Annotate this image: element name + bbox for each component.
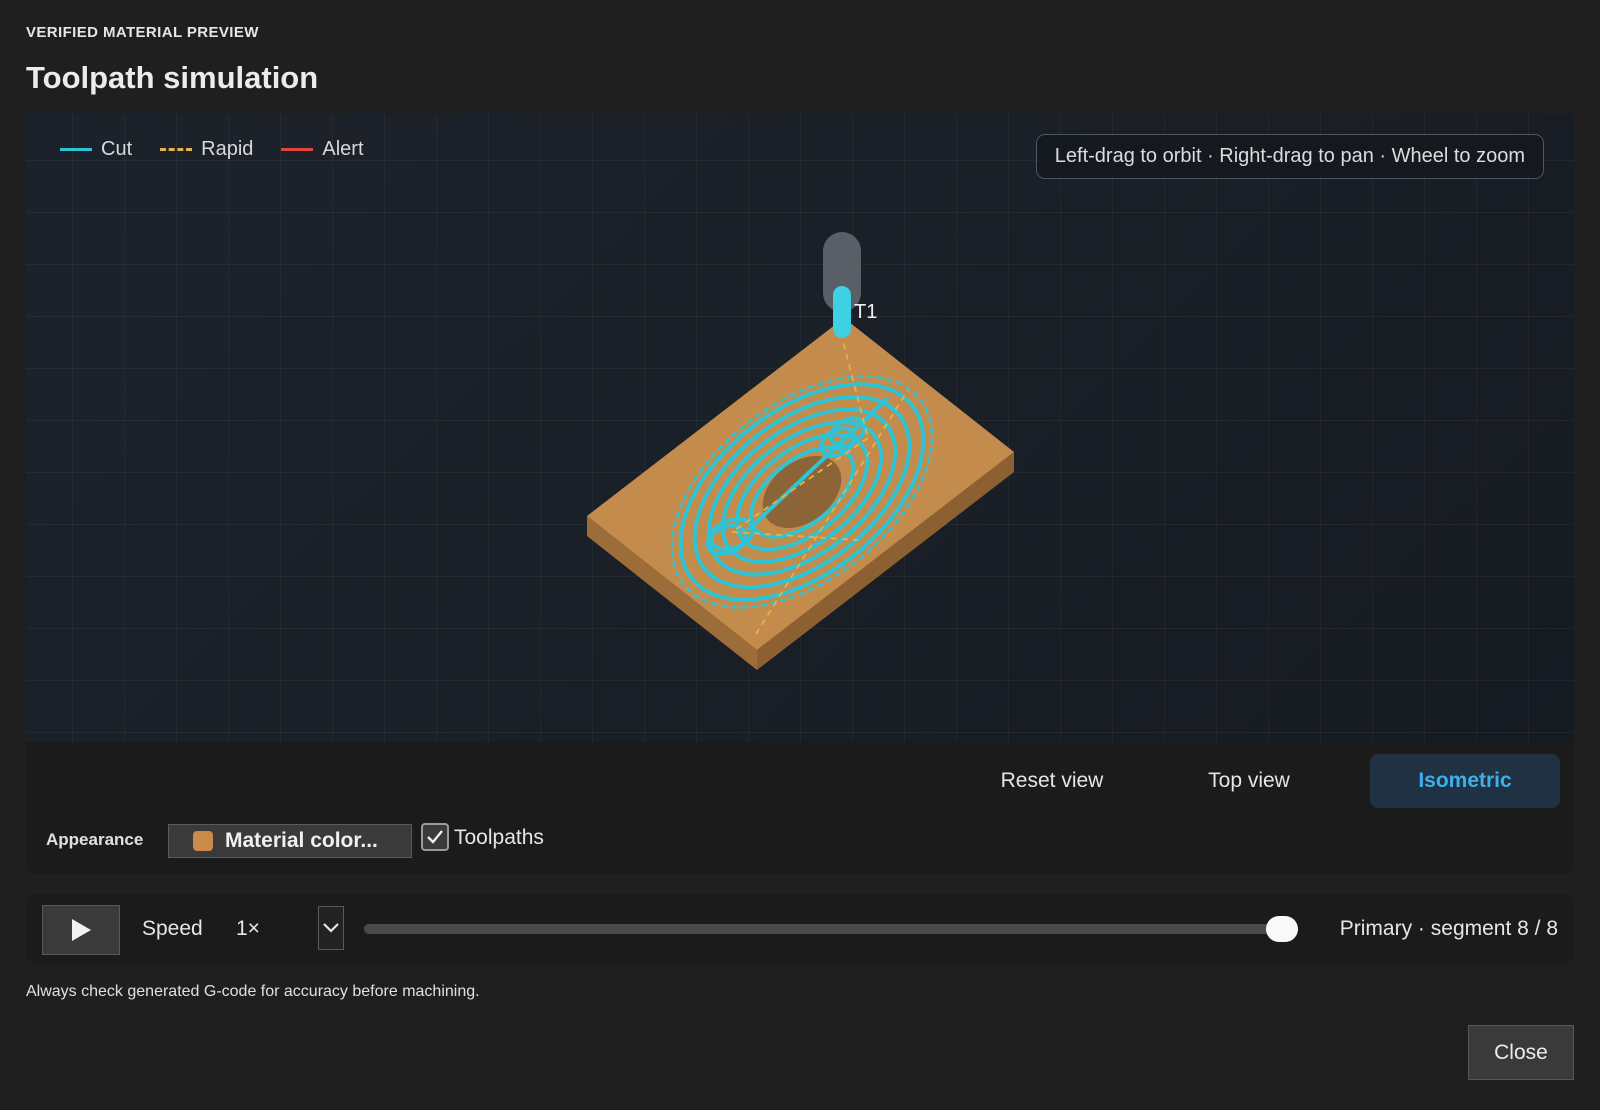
legend-alert: Alert [281, 138, 364, 161]
toolpaths-checkbox[interactable] [421, 823, 449, 851]
tool-label: T1 [854, 301, 877, 323]
section-overline: VERIFIED MATERIAL PREVIEW [26, 24, 259, 41]
gcode-disclaimer: Always check generated G-code for accura… [26, 983, 480, 1000]
close-button[interactable]: Close [1468, 1025, 1574, 1080]
legend-rapid-label: Rapid [201, 138, 254, 160]
speed-select[interactable]: 1× [236, 917, 260, 941]
isometric-view-button[interactable]: Isometric [1370, 754, 1560, 808]
material-color-swatch [193, 831, 213, 851]
play-icon [72, 919, 91, 941]
reset-view-button[interactable]: Reset view [972, 754, 1132, 808]
legend-cut: Cut [60, 138, 132, 161]
progress-slider-thumb[interactable] [1266, 916, 1298, 942]
legend-alert-swatch [281, 148, 314, 151]
legend-cut-swatch [60, 148, 92, 151]
material-scene: T1 [587, 232, 1014, 670]
legend-rapid: Rapid [160, 138, 253, 161]
speed-label: Speed [142, 917, 203, 940]
progress-slider[interactable] [364, 916, 1298, 942]
playback-bar: Speed 1× Primary · segment 8 / 8 [26, 894, 1574, 964]
toolpaths-label[interactable]: Toolpaths [454, 826, 544, 850]
top-view-button[interactable]: Top view [1158, 754, 1340, 808]
segment-status: Primary · segment 8 / 8 [1339, 917, 1558, 940]
material-color-label: Material color... [225, 829, 378, 852]
play-button[interactable] [42, 905, 120, 955]
material-color-button[interactable]: Material color... [168, 824, 412, 858]
appearance-label: Appearance [46, 830, 144, 849]
legend-rapid-swatch [160, 148, 193, 151]
view-controls-panel: Reset view Top view Isometric Appearance… [26, 742, 1574, 874]
progress-fill [364, 924, 1282, 934]
legend-alert-label: Alert [322, 138, 364, 160]
checkmark-icon [427, 830, 443, 844]
tool-tip [833, 286, 851, 338]
toolpath-legend: Cut Rapid Alert [60, 138, 364, 161]
navigation-hint: Left-drag to orbit · Right-drag to pan ·… [1035, 134, 1544, 179]
legend-cut-label: Cut [101, 138, 133, 160]
simulation-viewport[interactable]: T1 Cut Rapid Alert Left-drag to orbit · … [26, 114, 1574, 742]
page-title: Toolpath simulation [26, 60, 319, 95]
chevron-down-icon [323, 923, 339, 933]
speed-dropdown-toggle[interactable] [318, 906, 344, 950]
